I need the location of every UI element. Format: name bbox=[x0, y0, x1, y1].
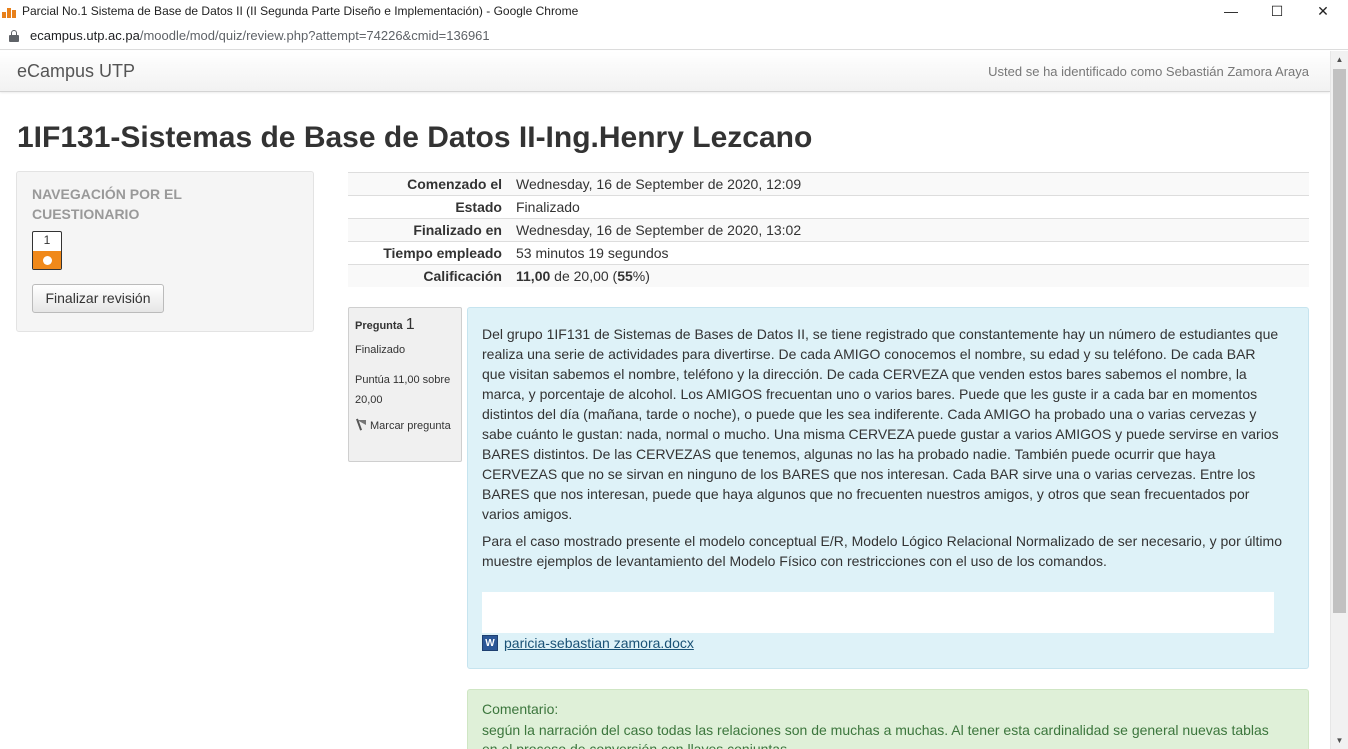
response-editor-area bbox=[482, 592, 1274, 633]
summary-label: Tiempo empleado bbox=[383, 245, 502, 261]
grade-of: de 20,00 ( bbox=[550, 268, 618, 284]
summary-row-completed: Finalizado en Wednesday, 16 de September… bbox=[348, 218, 1309, 241]
question-number-value: 1 bbox=[405, 316, 415, 333]
feedback-comment-panel: Comentario: según la narración del caso … bbox=[467, 689, 1309, 749]
flag-question-label: Marcar pregunta bbox=[370, 420, 451, 432]
scroll-up-arrow-icon[interactable]: ▲ bbox=[1331, 51, 1348, 68]
window-title: Parcial No.1 Sistema de Base de Datos II… bbox=[22, 4, 579, 18]
question-label: Pregunta bbox=[355, 320, 403, 332]
summary-label: Comenzado el bbox=[407, 176, 502, 192]
summary-label: Finalizado en bbox=[413, 222, 502, 238]
summary-value: 53 minutos 19 segundos bbox=[516, 245, 669, 261]
attempt-summary-table: Comenzado el Wednesday, 16 de September … bbox=[348, 172, 1309, 287]
summary-row-time-taken: Tiempo empleado 53 minutos 19 segundos bbox=[348, 241, 1309, 264]
lock-icon[interactable] bbox=[9, 29, 19, 42]
minimize-button[interactable]: — bbox=[1208, 0, 1254, 22]
grade-suffix: %) bbox=[632, 268, 650, 284]
flag-icon bbox=[355, 418, 367, 431]
question-paragraph-1: Del grupo 1IF131 de Sistemas de Bases de… bbox=[482, 326, 1279, 522]
summary-value: Wednesday, 16 de September de 2020, 13:0… bbox=[516, 222, 802, 238]
flag-question-link[interactable]: Marcar pregunta bbox=[355, 416, 455, 436]
grade-score: 11,00 bbox=[516, 268, 551, 284]
scrollbar-thumb[interactable] bbox=[1333, 69, 1346, 613]
question-number: Pregunta 1 bbox=[355, 316, 455, 334]
question-nav-button-1[interactable]: 1 bbox=[32, 231, 62, 270]
attachment-link[interactable]: paricia-sebastian zamora.docx bbox=[504, 635, 694, 651]
url-host: ecampus.utp.ac.pa bbox=[30, 28, 140, 43]
word-document-icon: W bbox=[482, 635, 498, 651]
grade-percent: 55 bbox=[617, 268, 633, 284]
close-button[interactable]: ✕ bbox=[1300, 0, 1346, 22]
maximize-button[interactable]: ☐ bbox=[1254, 0, 1300, 22]
summary-row-grade: Calificación 11,00 de 20,00 (55%) bbox=[348, 264, 1309, 287]
window-title-bar: Parcial No.1 Sistema de Base de Datos II… bbox=[0, 0, 1348, 22]
question-text-panel: Del grupo 1IF131 de Sistemas de Bases de… bbox=[467, 307, 1309, 669]
finish-review-button[interactable]: Finalizar revisión bbox=[32, 284, 164, 313]
question-info-box: Pregunta 1 Finalizado Puntúa 11,00 sobre… bbox=[348, 307, 462, 462]
attachment[interactable]: W paricia-sebastian zamora.docx bbox=[482, 635, 694, 651]
answered-state-icon bbox=[33, 251, 61, 269]
summary-label: Calificación bbox=[423, 268, 502, 284]
comment-text: según la narración del caso todas las re… bbox=[482, 722, 1269, 749]
grade-value: 11,00 de 20,00 (55%) bbox=[502, 268, 650, 284]
quiz-navigation-heading: NAVEGACIÓN POR EL CUESTIONARIO bbox=[32, 186, 182, 222]
question-paragraph-2: Para el caso mostrado presente el modelo… bbox=[482, 533, 1282, 569]
summary-row-started: Comenzado el Wednesday, 16 de September … bbox=[348, 172, 1309, 195]
url-text[interactable]: ecampus.utp.ac.pa/moodle/mod/quiz/review… bbox=[30, 28, 490, 43]
url-path: /moodle/mod/quiz/review.php?attempt=7422… bbox=[139, 28, 490, 43]
question-grade: Puntúa 11,00 sobre 20,00 bbox=[355, 374, 451, 406]
summary-value: Wednesday, 16 de September de 2020, 12:0… bbox=[516, 176, 802, 192]
address-bar[interactable]: ecampus.utp.ac.pa/moodle/mod/quiz/review… bbox=[0, 22, 1348, 50]
moodle-app-icon bbox=[2, 4, 18, 18]
scroll-down-arrow-icon[interactable]: ▼ bbox=[1331, 732, 1348, 749]
site-header: eCampus UTP Usted se ha identificado com… bbox=[0, 51, 1330, 92]
question-nav-number: 1 bbox=[43, 233, 51, 247]
comment-label: Comentario: bbox=[482, 701, 559, 717]
login-info: Usted se ha identificado como Sebastián … bbox=[988, 64, 1309, 79]
summary-label: Estado bbox=[455, 199, 502, 215]
question-state: Finalizado bbox=[355, 344, 406, 356]
summary-value: Finalizado bbox=[516, 199, 580, 215]
vertical-scrollbar[interactable]: ▲ ▼ bbox=[1330, 51, 1348, 749]
quiz-navigation-block: NAVEGACIÓN POR EL CUESTIONARIO 1 Finaliz… bbox=[16, 171, 314, 332]
site-brand-link[interactable]: eCampus UTP bbox=[17, 61, 135, 82]
page-title: 1IF131-Sistemas de Base de Datos II-Ing.… bbox=[17, 121, 813, 154]
summary-row-state: Estado Finalizado bbox=[348, 195, 1309, 218]
